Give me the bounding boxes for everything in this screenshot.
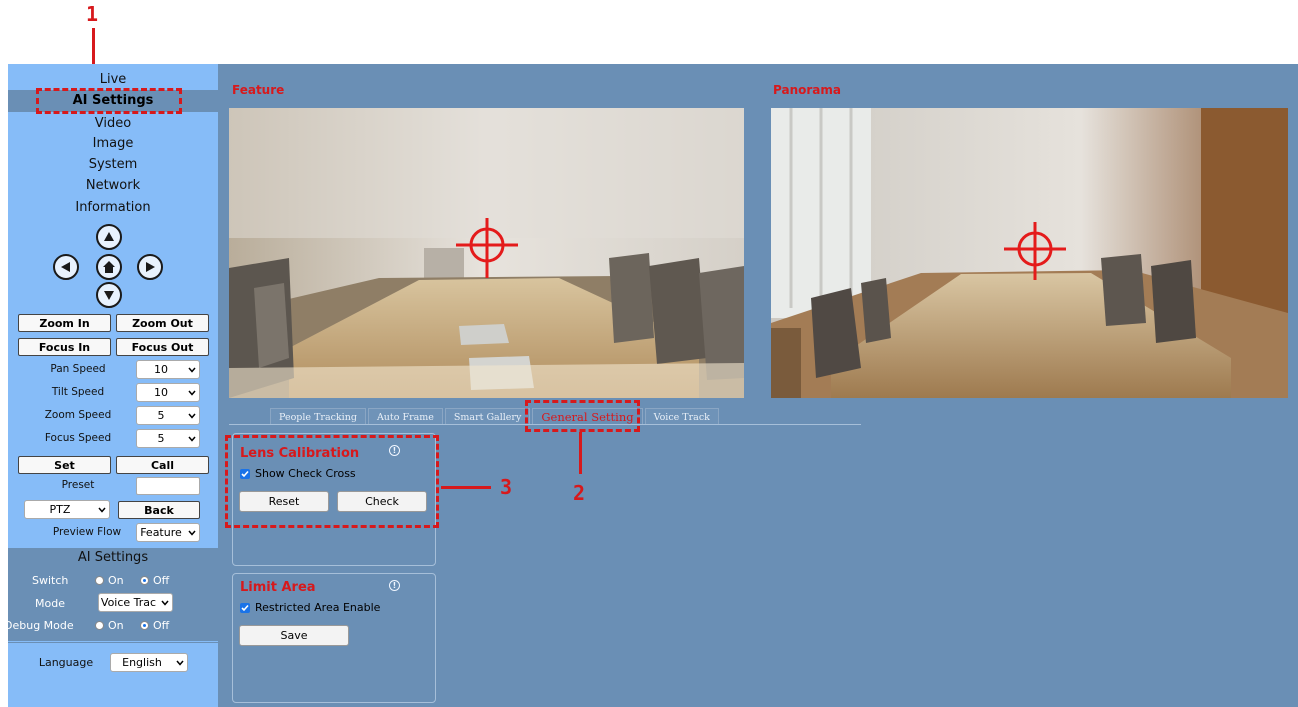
switch-on-radio[interactable]: On <box>95 574 124 587</box>
annotation-3-box <box>225 435 439 528</box>
call-button[interactable]: Call <box>116 456 209 474</box>
tilt-speed-value: 10 <box>154 386 168 399</box>
chevron-down-icon <box>173 660 187 666</box>
focus-out-button[interactable]: Focus Out <box>116 338 209 356</box>
language-label: Language <box>38 656 94 669</box>
pan-speed-value: 10 <box>154 363 168 376</box>
zoom-speed-value: 5 <box>157 409 165 422</box>
tab-people-tracking[interactable]: People Tracking <box>270 408 366 425</box>
ptz-mode-select[interactable]: PTZ <box>24 500 110 519</box>
home-button[interactable] <box>96 254 122 280</box>
chevron-down-icon <box>95 507 109 513</box>
radio-icon <box>95 576 104 585</box>
debug-on-radio[interactable]: On <box>95 619 124 632</box>
preview-flow-select[interactable]: Feature <box>136 523 200 542</box>
focus-speed-select[interactable]: 5 <box>136 429 200 448</box>
divider <box>8 642 218 643</box>
zoom-speed-label: Zoom Speed <box>44 409 112 421</box>
switch-label: Switch <box>32 574 69 587</box>
restricted-area-enable-label: Restricted Area Enable <box>255 601 381 614</box>
nav-item-image[interactable]: Image <box>8 136 218 154</box>
crosshair-icon <box>1004 222 1066 280</box>
pan-up-button[interactable] <box>96 224 122 250</box>
ai-settings-header: AI Settings <box>8 548 218 568</box>
preview-flow-value: Feature <box>140 526 182 539</box>
tilt-speed-label: Tilt Speed <box>51 386 105 398</box>
sidebar: Live AI Settings Video Image System Netw… <box>4 64 218 707</box>
restricted-area-enable-checkbox[interactable]: Restricted Area Enable <box>240 601 380 614</box>
chevron-down-icon <box>185 390 199 396</box>
pan-speed-select[interactable]: 10 <box>136 360 200 379</box>
pan-speed-label: Pan Speed <box>50 363 106 375</box>
debug-off-label: Off <box>153 619 170 632</box>
arrow-up-icon <box>104 232 114 241</box>
radio-selected-icon <box>140 621 149 630</box>
debug-off-radio[interactable]: Off <box>140 619 169 632</box>
set-button[interactable]: Set <box>18 456 111 474</box>
pan-left-button[interactable] <box>53 254 79 280</box>
save-button[interactable]: Save <box>239 625 349 646</box>
switch-off-label: Off <box>153 574 170 587</box>
switch-off-radio[interactable]: Off <box>140 574 169 587</box>
chevron-down-icon <box>185 367 199 373</box>
nav-item-system[interactable]: System <box>8 157 218 175</box>
nav-item-network[interactable]: Network <box>8 178 218 196</box>
tab-voice-track[interactable]: Voice Track <box>644 408 719 425</box>
chevron-down-icon <box>185 436 199 442</box>
home-icon <box>103 261 115 273</box>
feature-title: Feature <box>232 83 285 97</box>
annotation-3: 3 <box>500 475 513 499</box>
ai-settings-title: AI Settings <box>77 550 149 565</box>
tilt-speed-select[interactable]: 10 <box>136 383 200 402</box>
arrow-right-icon <box>146 262 155 272</box>
chevron-down-icon <box>158 600 172 606</box>
checkbox-checked-icon <box>240 602 250 613</box>
debug-on-label: On <box>108 619 124 632</box>
pan-right-button[interactable] <box>137 254 163 280</box>
radio-icon <box>95 621 104 630</box>
arrow-left-icon <box>61 262 70 272</box>
panorama-title: Panorama <box>773 83 841 97</box>
annotation-2-box <box>525 400 640 432</box>
settings-tabs: People Tracking Auto Frame Smart Gallery… <box>270 408 721 425</box>
chevron-down-icon <box>185 413 199 419</box>
arrow-down-icon <box>104 291 114 300</box>
info-icon[interactable]: ! <box>389 580 400 591</box>
crosshair-icon <box>456 218 518 278</box>
tab-auto-frame[interactable]: Auto Frame <box>367 408 443 425</box>
focus-speed-label: Focus Speed <box>44 432 112 444</box>
preset-label: Preset <box>61 479 95 491</box>
ptz-mode-value: PTZ <box>49 503 71 516</box>
focus-in-button[interactable]: Focus In <box>18 338 111 356</box>
preset-input[interactable] <box>136 477 200 495</box>
radio-selected-icon <box>140 576 149 585</box>
tab-smart-gallery[interactable]: Smart Gallery <box>444 408 531 425</box>
nav-item-video[interactable]: Video <box>8 116 218 134</box>
mode-label: Mode <box>35 597 65 610</box>
debug-mode-label: Debug Mode <box>4 619 74 632</box>
zoom-speed-select[interactable]: 5 <box>136 406 200 425</box>
zoom-out-button[interactable]: Zoom Out <box>116 314 209 332</box>
pan-down-button[interactable] <box>96 282 122 308</box>
annotation-1-box <box>36 88 182 114</box>
focus-speed-value: 5 <box>157 432 165 445</box>
zoom-in-button[interactable]: Zoom In <box>18 314 111 332</box>
nav-item-information[interactable]: Information <box>8 200 218 218</box>
language-value: English <box>122 656 162 669</box>
language-select[interactable]: English <box>110 653 188 672</box>
ai-mode-value: Voice Trac <box>100 596 157 609</box>
annotation-3-line <box>441 486 491 489</box>
annotation-2: 2 <box>573 481 586 505</box>
annotation-1: 1 <box>86 2 99 26</box>
switch-on-label: On <box>108 574 124 587</box>
limit-area-title: Limit Area <box>240 580 316 595</box>
ai-mode-select[interactable]: Voice Trac <box>98 593 173 612</box>
chevron-down-icon <box>185 530 199 536</box>
annotation-2-line <box>579 432 582 474</box>
back-button[interactable]: Back <box>118 501 200 519</box>
preview-flow-label: Preview Flow <box>52 526 122 538</box>
